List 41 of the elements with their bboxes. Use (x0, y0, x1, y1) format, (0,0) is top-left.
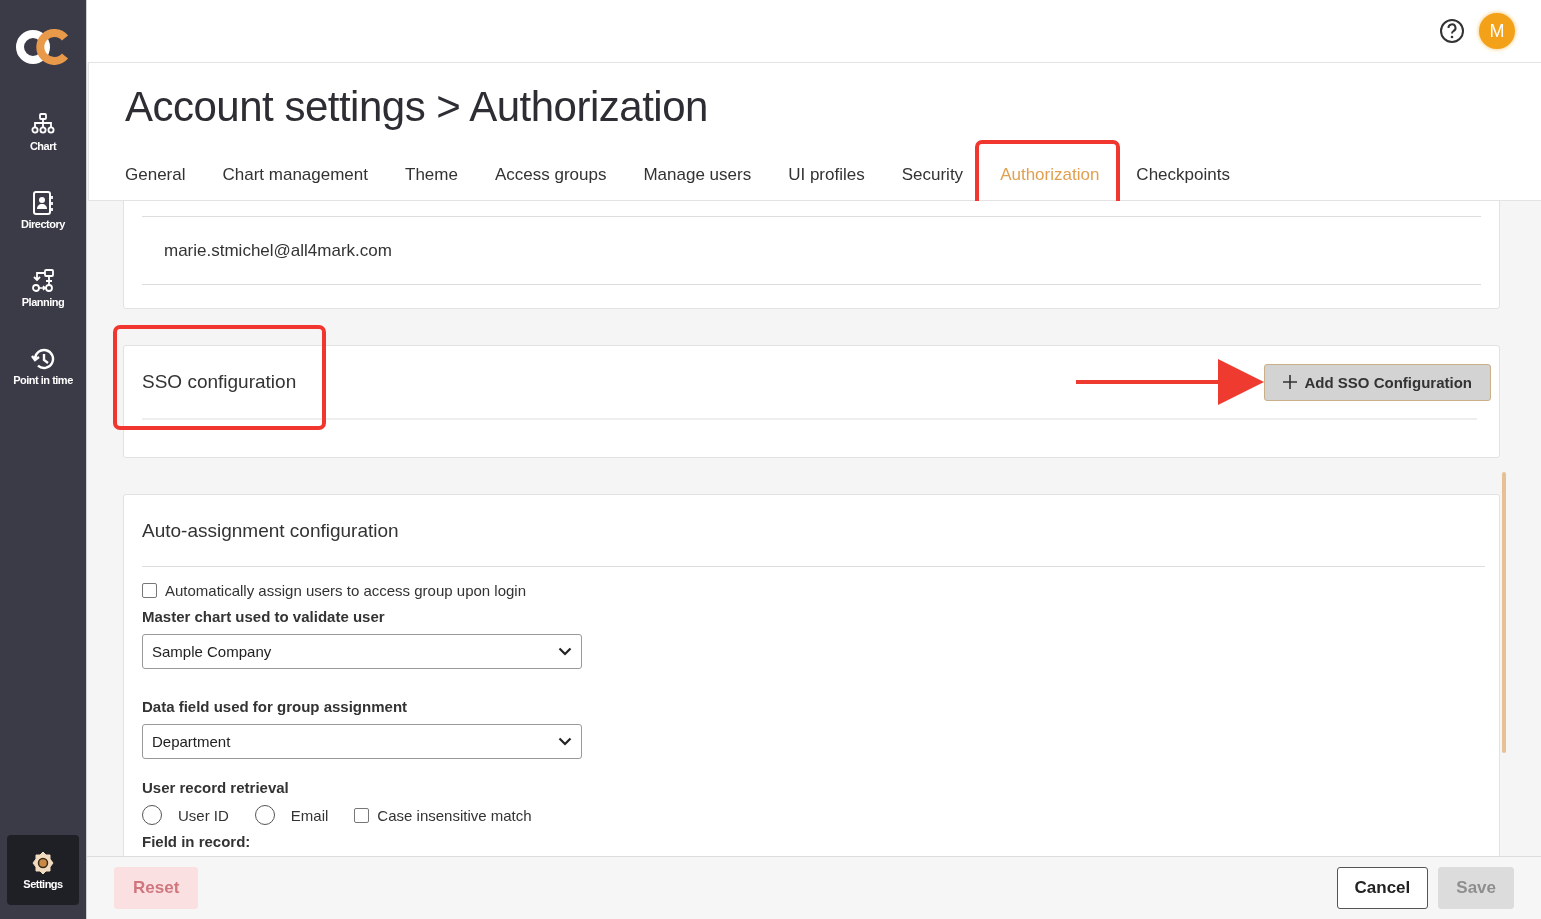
checkbox[interactable] (354, 807, 370, 823)
user-email: marie.stmichel@all4mark.com (142, 216, 1481, 285)
chevron-down-icon (558, 647, 572, 656)
tab[interactable]: Security (901, 165, 964, 184)
field-label: Field in record: (142, 833, 252, 850)
checkbox-label: Automatically assign users to access group upon login (165, 582, 527, 599)
add-sso-button[interactable]: Add SSO Configuration (1263, 363, 1491, 401)
tab[interactable]: UI profiles (788, 165, 865, 184)
logo-icon (15, 29, 71, 65)
section-title: Auto-assignment configuration (142, 519, 399, 542)
tab[interactable]: Access groups (494, 165, 607, 184)
checkbox-label: Case insensitive match (377, 806, 532, 824)
checkbox[interactable] (142, 583, 157, 598)
plus-icon (1282, 375, 1297, 389)
contact-book-icon (31, 191, 55, 215)
tab[interactable]: Manage users (643, 165, 752, 184)
tab[interactable]: Theme (405, 165, 458, 184)
dropdown[interactable]: Department (142, 724, 582, 759)
gear-icon (31, 850, 55, 875)
page-title: Account settings > Authorization (125, 83, 709, 131)
tab[interactable]: Chart management (222, 165, 368, 184)
dropdown[interactable]: Sample Company (142, 634, 582, 669)
nav-item[interactable]: Point in time (7, 341, 79, 392)
nav-item[interactable]: Planning (7, 263, 79, 314)
field-label: User record retrieval (142, 779, 290, 796)
section-title: SSO configuration (142, 371, 297, 392)
nav-item[interactable]: Chart (7, 107, 79, 158)
help-icon[interactable] (1439, 18, 1465, 44)
field-label: Data field used for group assignment (142, 698, 409, 715)
chevron-down-icon (558, 737, 572, 746)
history-icon (31, 347, 55, 371)
radio-label: Email (290, 806, 329, 824)
footer-button[interactable]: Cancel (1336, 867, 1429, 909)
nav-item[interactable]: Directory (7, 185, 79, 236)
field-label: Master chart used to validate user (142, 608, 386, 625)
tab[interactable]: General (125, 165, 186, 184)
flow-diagram-icon (31, 269, 55, 293)
tab[interactable]: Checkpoints (1136, 165, 1230, 184)
scrollbar-thumb[interactable] (1502, 472, 1506, 753)
nav-item[interactable]: Settings (7, 835, 79, 905)
radio-label: User ID (178, 806, 229, 824)
